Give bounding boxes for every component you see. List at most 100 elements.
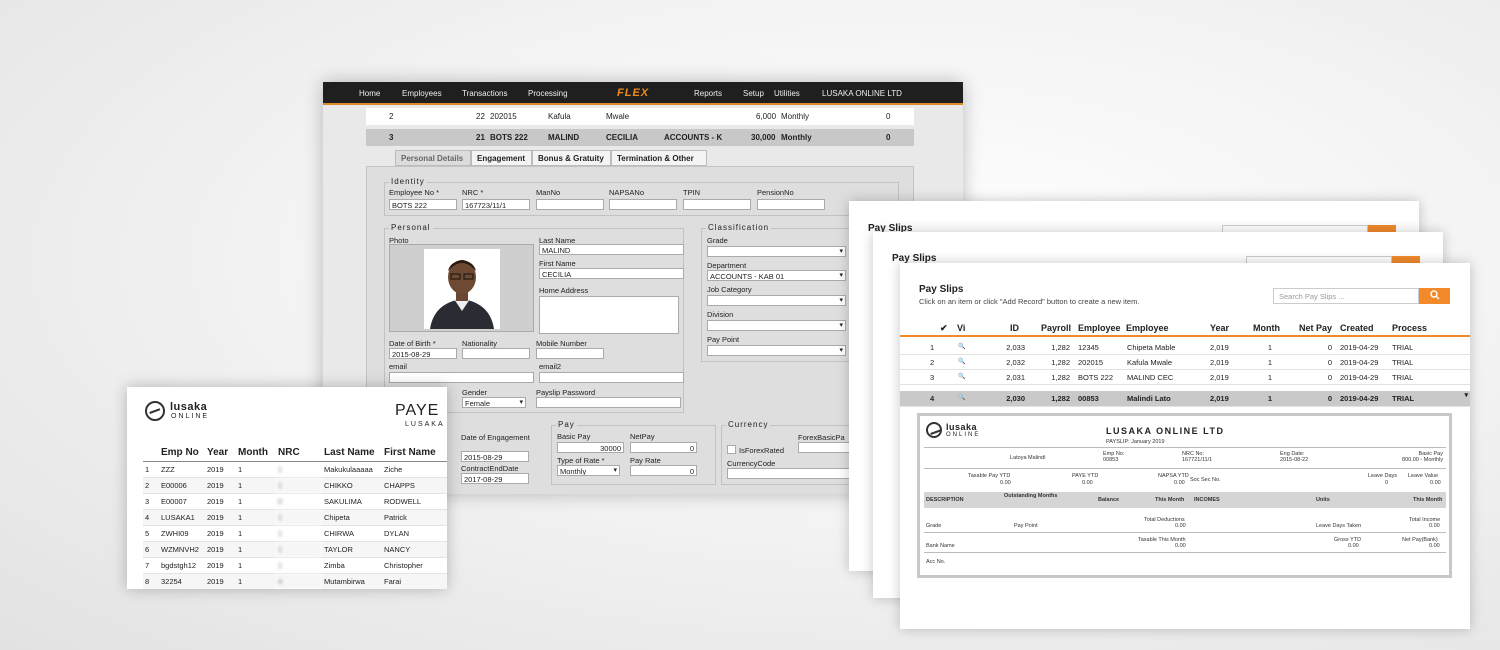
table-cell: 1 <box>236 509 276 526</box>
row-empno: BOTS 222 <box>490 133 528 142</box>
nav-setup[interactable]: Setup <box>743 89 764 98</box>
table-row[interactable]: 5 ZWHI09 2019 1 1 CHIRWA DYLAN <box>143 525 447 542</box>
table-row[interactable]: 2 E00006 2019 1 1 CHIKKO CHAPPS <box>143 477 447 494</box>
search-pay-slips-input[interactable]: Search Pay Slips ... <box>1273 288 1419 304</box>
nav-processing[interactable]: Processing <box>528 89 568 98</box>
col-year[interactable]: Year <box>205 445 236 462</box>
row-frequency: Monthly <box>781 133 812 142</box>
col-last-name[interactable]: Last Name <box>322 445 382 462</box>
table-row[interactable]: 3 E00007 2019 1 0 SAKULIMA RODWELL <box>143 493 447 510</box>
col-employee-name[interactable]: Employee <box>1126 323 1169 333</box>
department-select[interactable]: ACCOUNTS - KAB 01 <box>707 270 846 281</box>
home-address-field[interactable] <box>539 296 679 334</box>
nav-company[interactable]: LUSAKA ONLINE LTD <box>822 89 902 98</box>
table-row[interactable]: 6 WZMNVH2 2019 1 1 TAYLOR NANCY <box>143 541 447 558</box>
nav-reports[interactable]: Reports <box>694 89 722 98</box>
nav-utilities[interactable]: Utilities <box>774 89 800 98</box>
table-row[interactable]: 🔍 2 2,032 1,282 202015 Kafula Mwale 2,019 1 0 201… <box>900 355 1470 370</box>
mobile-field[interactable] <box>536 348 604 359</box>
basic-pay-field[interactable]: 30000 <box>557 442 624 453</box>
col-year[interactable]: Year <box>1210 323 1229 333</box>
division-select[interactable] <box>707 320 846 331</box>
table-row[interactable]: 🔍 4 2,030 1,282 00853 Malindi Lato 2,019 1 0 2019… <box>900 391 1470 407</box>
table-cell: 1 <box>1267 343 1272 352</box>
slip-leave-days-label: Leave Days <box>1368 473 1398 479</box>
tab-termination-other[interactable]: Termination & Other <box>611 150 707 166</box>
flex-logo: FLEX <box>617 87 650 99</box>
table-cell: 2,019 <box>1210 358 1229 367</box>
paye-title: PAYE <box>395 402 440 419</box>
col-first-name[interactable]: First Name <box>382 445 447 462</box>
nav-employees[interactable]: Employees <box>402 89 442 98</box>
first-name-field[interactable]: CECILIA <box>539 268 684 279</box>
col-nrc[interactable]: NRC <box>276 445 322 462</box>
col-net-pay[interactable]: Net Pay <box>1299 323 1332 333</box>
division-label: Division <box>707 310 734 319</box>
nationality-field[interactable] <box>462 348 530 359</box>
col-view[interactable]: Vi <box>957 323 965 333</box>
search-button[interactable] <box>1419 288 1450 304</box>
table-cell: 2,032 <box>1006 358 1025 367</box>
tab-engagement[interactable]: Engagement <box>471 150 532 166</box>
slip-period: PAYSLIP: January 2019 <box>1106 439 1165 445</box>
nrc-field[interactable]: 167723/11/1 <box>462 199 530 210</box>
table-row[interactable]: 4 LUSAKA1 2019 1 1 Chipeta Patrick <box>143 509 447 526</box>
col-select[interactable]: ✔ <box>940 323 948 334</box>
engagement-date-field[interactable]: 2015-08-29 <box>461 451 529 462</box>
payslip-password-field[interactable] <box>536 397 681 408</box>
napsano-label: NAPSANo <box>609 188 645 197</box>
pensionno-field[interactable] <box>757 199 825 210</box>
employee-row[interactable]: 2 22 202015 Kafula Mwale 6,000 Monthly 0 <box>366 108 914 125</box>
slip-this-month-label: This Month <box>1155 497 1185 503</box>
table-row[interactable]: 7 bgdstgh12 2019 1 1 Zimba Christopher <box>143 557 447 574</box>
tab-personal-details[interactable]: Personal Details <box>395 150 471 166</box>
grade-select[interactable] <box>707 246 846 257</box>
gender-select[interactable]: Female <box>462 397 526 408</box>
table-cell: TRIAL <box>1392 394 1415 403</box>
view-icon[interactable]: 🔍 <box>958 343 965 350</box>
table-row[interactable]: 8 32254 2019 1 4 Mutambirwa Farai <box>143 573 447 589</box>
col-process[interactable]: Process <box>1392 323 1427 333</box>
nav-home[interactable]: Home <box>359 89 380 98</box>
employee-no-field[interactable]: BOTS 222 <box>389 199 457 210</box>
contract-end-date-field[interactable]: 2017-08-29 <box>461 473 529 484</box>
col-employee-no[interactable]: Employee <box>1078 323 1121 333</box>
tab-bonus-gratuity[interactable]: Bonus & Gratuity <box>532 150 611 166</box>
table-cell: BOTS 222 <box>1078 373 1114 382</box>
employee-photo[interactable] <box>389 244 534 332</box>
last-name-field[interactable]: MALIND <box>539 244 684 255</box>
table-cell: 12345 <box>1078 343 1099 352</box>
pay-point-select[interactable] <box>707 345 846 356</box>
view-icon[interactable]: 🔍 <box>958 373 965 380</box>
job-category-select[interactable] <box>707 295 846 306</box>
email-field[interactable] <box>389 372 534 383</box>
napsano-field[interactable] <box>609 199 677 210</box>
rate-type-select[interactable]: Monthly <box>557 465 620 476</box>
col-emp-no[interactable]: Emp No <box>159 445 205 462</box>
manno-field[interactable] <box>536 199 604 210</box>
col-id[interactable]: ID <box>1010 323 1019 333</box>
table-row[interactable]: 1 ZZZ 2019 1 1 Makukulaaaaa Ziche <box>143 461 447 478</box>
nav-transactions[interactable]: Transactions <box>462 89 508 98</box>
table-cell: TRIAL <box>1392 358 1414 367</box>
dob-field[interactable]: 2015-08-29 <box>389 348 457 359</box>
employee-row-selected[interactable]: 3 21 BOTS 222 MALIND CECILIA ACCOUNTS - … <box>366 129 914 146</box>
col-month[interactable]: Month <box>1253 323 1280 333</box>
view-icon[interactable]: 🔍 <box>958 394 965 401</box>
is-forex-checkbox[interactable] <box>727 445 736 454</box>
table-row[interactable]: 🔍 1 2,033 1,282 12345 Chipeta Mable 2,019 1 0 201… <box>900 340 1470 355</box>
table-cell: CHIKKO <box>322 477 382 494</box>
net-pay-field[interactable]: 0 <box>630 442 697 453</box>
table-cell: CHAPPS <box>382 477 447 494</box>
table-cell: 2019 <box>205 557 236 574</box>
table-cell: Patrick <box>382 509 447 526</box>
table-row[interactable]: 🔍 3 2,031 1,282 BOTS 222 MALIND CEC 2,019 1 0 201… <box>900 370 1470 385</box>
pay-rate-field[interactable]: 0 <box>630 465 697 476</box>
col-created[interactable]: Created <box>1340 323 1374 333</box>
email2-field[interactable] <box>539 372 684 383</box>
table-cell: SAKULIMA <box>322 493 382 510</box>
tpin-field[interactable] <box>683 199 751 210</box>
view-icon[interactable]: 🔍 <box>958 358 965 365</box>
col-month[interactable]: Month <box>236 445 276 462</box>
col-payroll[interactable]: Payroll <box>1041 323 1071 333</box>
